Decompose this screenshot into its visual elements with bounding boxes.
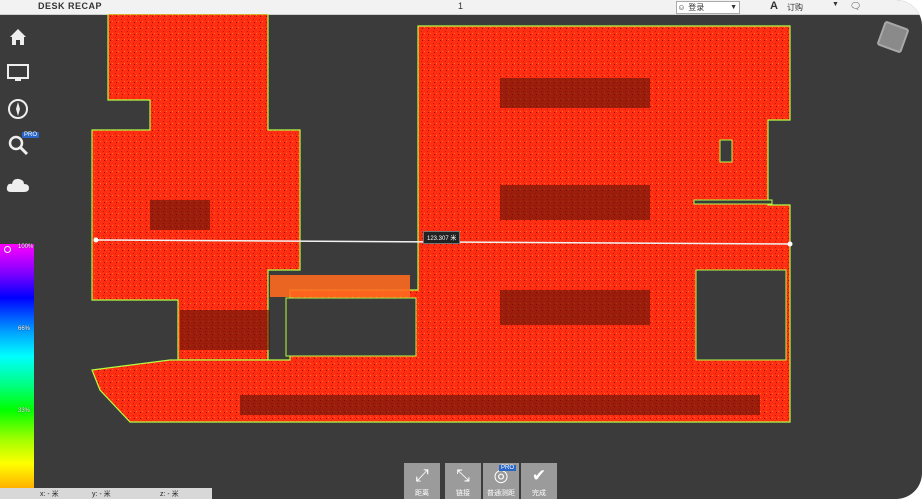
tool-label: 距离: [415, 490, 429, 497]
app-title: DESK RECAP: [38, 1, 103, 11]
user-dropdown[interactable]: ☺ 登录 ▼: [676, 1, 740, 14]
chat-icon[interactable]: 🗨: [850, 1, 861, 12]
done-button[interactable]: ✔ 完成: [521, 463, 557, 499]
recap-window: DESK RECAP 1 ☺ 登录 ▼ A 订购 ▼ 🗨 PRO 100% 66…: [0, 0, 922, 499]
diagonal-arrow-icon: ⤢: [415, 466, 429, 485]
measure-toolbar: ⤢ 距离 ⤡ 链接 ◎ PRO 普通测距 ✔ 完成: [404, 463, 557, 499]
monitor-icon[interactable]: [5, 60, 31, 86]
legend-tick-mid: 66%: [18, 326, 31, 332]
tool-label: 完成: [532, 490, 546, 497]
subscribe-link[interactable]: 订购: [787, 2, 803, 13]
coord-x: x: - 米: [40, 491, 59, 498]
legend-handle[interactable]: [4, 246, 11, 253]
person-icon: ☺: [677, 3, 686, 12]
legend-tick-low: 33%: [18, 408, 31, 414]
autodesk-logo: A: [770, 0, 778, 12]
user-label: 登录: [688, 3, 705, 12]
chevron-down-icon: ▼: [730, 4, 737, 11]
point-cloud-plan: [91, 13, 793, 423]
top-bar: DESK RECAP 1 ☺ 登录 ▼ A 订购 ▼ 🗨: [0, 0, 922, 15]
tool-label: 普通测距: [487, 490, 515, 497]
distance-tool-button[interactable]: ⤢ 距离: [404, 463, 440, 499]
chain-measure-icon: ⤡: [456, 466, 470, 485]
home-icon[interactable]: [5, 24, 31, 50]
checkmark-icon: ✔: [531, 466, 547, 485]
coord-y: y: - 米: [92, 491, 111, 498]
chain-tool-button[interactable]: ⤡ 链接: [445, 463, 481, 499]
point-cloud-viewport[interactable]: [36, 13, 922, 488]
legend-tick-top: 100%: [18, 244, 34, 250]
cloud-icon[interactable]: [5, 172, 31, 198]
coord-z: z: - 米: [160, 491, 179, 498]
measurement-label: 123.307 米: [423, 231, 461, 244]
coordinate-status-bar: x: - 米 y: - 米 z: - 米: [0, 488, 212, 499]
pro-badge: PRO: [498, 465, 516, 471]
normal-measure-tool-button[interactable]: ◎ PRO 普通测距: [483, 463, 519, 499]
compass-icon[interactable]: [5, 96, 31, 122]
page-indicator: 1: [458, 1, 464, 11]
chevron-down-icon[interactable]: ▼: [832, 1, 839, 8]
tool-label: 链接: [456, 490, 470, 497]
color-scale-legend: 100% 66% 33%: [0, 244, 34, 488]
